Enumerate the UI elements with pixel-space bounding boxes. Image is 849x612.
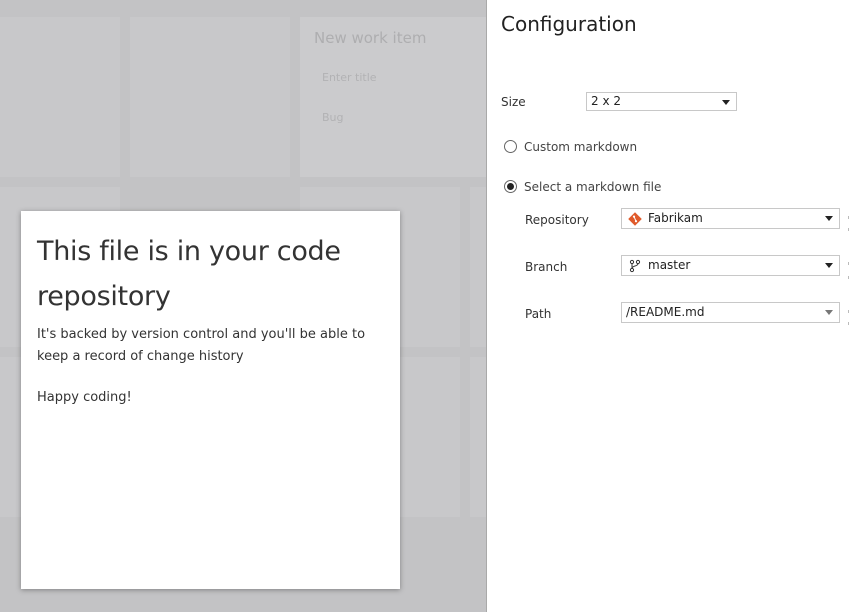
repository-dropdown-value: Fabrikam	[648, 211, 703, 225]
git-branch-icon	[629, 259, 641, 273]
size-dropdown[interactable]: 2 x 2	[586, 92, 737, 111]
branch-dropdown[interactable]: master	[621, 255, 840, 276]
path-dropdown-value: /README.md	[626, 305, 705, 319]
markdown-preview-card: This file is in your code repository It'…	[21, 211, 400, 589]
branch-dropdown-value: master	[648, 258, 691, 272]
chevron-down-icon	[825, 263, 833, 268]
repository-dropdown[interactable]: Fabrikam	[621, 208, 840, 229]
path-dropdown[interactable]: /README.md	[621, 302, 840, 323]
work-item-widget: New work item Enter title Bug	[300, 17, 486, 177]
size-dropdown-value: 2 x 2	[591, 94, 621, 108]
size-label: Size	[501, 95, 526, 109]
path-label: Path	[525, 307, 552, 321]
work-item-widget-title: New work item	[314, 29, 427, 47]
work-item-title-input: Enter title	[322, 71, 377, 84]
dashboard-tile	[470, 357, 486, 517]
chevron-down-icon	[722, 100, 730, 105]
chevron-down-icon	[825, 310, 833, 315]
repository-label: Repository	[525, 213, 589, 227]
git-repo-icon	[628, 212, 642, 226]
custom-markdown-label[interactable]: Custom markdown	[524, 140, 637, 154]
branch-label: Branch	[525, 260, 568, 274]
panel-title: Configuration	[501, 12, 637, 36]
dashboard-tile	[0, 17, 120, 177]
dashboard-tile	[130, 17, 290, 177]
select-markdown-file-radio[interactable]	[504, 180, 517, 193]
radio-selected-dot	[507, 183, 514, 190]
chevron-down-icon	[825, 216, 833, 221]
custom-markdown-radio[interactable]	[504, 140, 517, 153]
markdown-paragraph: Happy coding!	[37, 390, 132, 405]
work-item-type-select: Bug	[322, 111, 344, 124]
select-markdown-file-label[interactable]: Select a markdown file	[524, 180, 661, 194]
markdown-paragraph: It's backed by version control and you'l…	[37, 327, 366, 364]
configuration-panel: Configuration Size 2 x 2 Custom markdown…	[486, 0, 849, 612]
dashboard-tile	[470, 187, 486, 347]
markdown-heading: This file is in your code repository	[37, 236, 341, 312]
